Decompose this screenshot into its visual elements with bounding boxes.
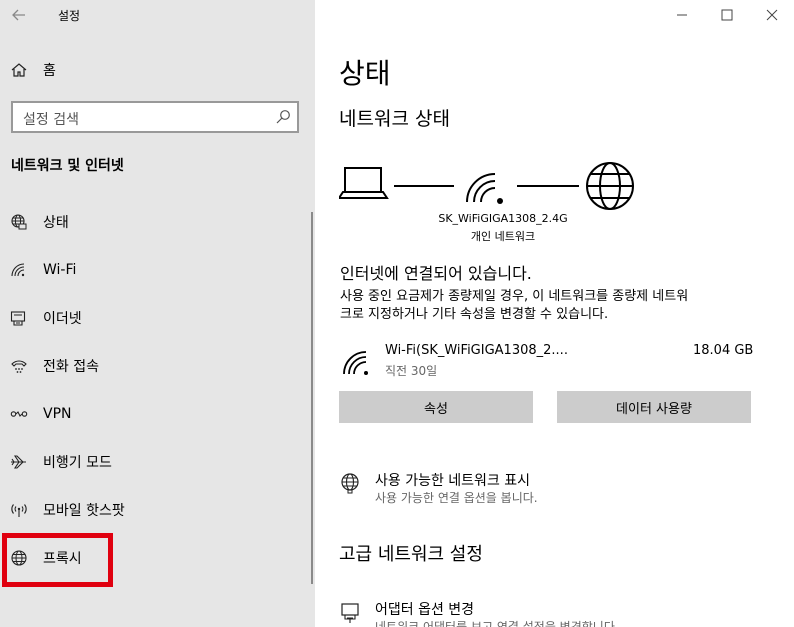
advanced-settings-heading: 고급 네트워크 설정 (339, 544, 483, 565)
proxy-highlight-box (2, 533, 113, 587)
wifi-signal-icon (466, 173, 503, 204)
app-title: 설정 (58, 9, 81, 23)
airplane-icon (10, 453, 28, 471)
maximize-icon[interactable] (717, 5, 737, 25)
sidebar-item-airplane[interactable]: 비행기 모드 (0, 442, 300, 482)
home-icon (10, 61, 28, 79)
search-placeholder: 설정 검색 (23, 112, 79, 128)
network-ssid: SK_WiFiGIGA1308_2.4G (438, 212, 568, 225)
wifi-icon (342, 348, 370, 376)
globe-status-icon (10, 213, 28, 231)
page-title: 상태 (339, 57, 391, 90)
close-icon[interactable] (762, 5, 782, 25)
search-input[interactable]: 설정 검색 (11, 101, 299, 133)
search-icon[interactable] (275, 109, 291, 125)
sidebar-item-label: Wi-Fi (43, 262, 77, 278)
wifi-usage-period: 직전 30일 (385, 364, 438, 378)
internet-globe-icon (586, 162, 634, 210)
laptop-icon (337, 167, 389, 199)
connection-description-line: 크로 지정하거나 기타 속성을 변경할 수 있습니다. (340, 307, 609, 322)
sidebar-item-label: 모바일 핫스팟 (43, 503, 125, 519)
sidebar-item-home[interactable]: 홈 (0, 50, 300, 90)
sidebar-item-wifi[interactable]: Wi-Fi (0, 250, 300, 290)
network-type: 개인 네트워크 (470, 230, 536, 243)
network-globe-icon (339, 472, 361, 494)
sidebar-item-label: 비행기 모드 (43, 455, 112, 471)
back-arrow-icon[interactable] (8, 4, 30, 26)
wifi-connection-name: Wi-Fi(SK_WiFiGIGA1308_2.... (385, 343, 568, 358)
sidebar-item-label: 홈 (43, 63, 56, 79)
network-status-heading: 네트워크 상태 (339, 108, 450, 130)
vpn-icon (10, 405, 28, 423)
minimize-icon[interactable] (672, 5, 692, 25)
network-diagram (337, 158, 639, 218)
sidebar-item-label: 상태 (43, 215, 69, 231)
connection-status: 인터넷에 연결되어 있습니다. (340, 264, 532, 283)
sidebar: 설정 홈 설정 검색 네트워크 및 인터넷 상태 Wi-Fi 이더넷 전화 접속… (0, 0, 315, 627)
sidebar-item-label: 전화 접속 (43, 359, 99, 375)
dialup-icon (10, 357, 28, 375)
sidebar-item-dialup[interactable]: 전화 접속 (0, 346, 300, 386)
connection-description: 사용 중인 요금제가 종량제일 경우, 이 네트워크를 종량제 네트워 크로 지… (340, 288, 760, 324)
wifi-icon (10, 261, 28, 279)
connection-description-line: 사용 중인 요금제가 종량제일 경우, 이 네트워크를 종량제 네트워 (340, 289, 689, 304)
show-networks-description: 사용 가능한 연결 옵션을 봅니다. (375, 491, 538, 505)
wifi-data-usage: 18.04 GB (693, 343, 754, 358)
sidebar-item-label: VPN (43, 406, 72, 422)
hotspot-icon (10, 501, 28, 519)
main-content: 상태 네트워크 상태 SK_WiFiGIGA1308_2.4G 개인 네트워크 … (315, 0, 794, 627)
sidebar-item-status[interactable]: 상태 (0, 202, 300, 242)
change-adapter-link[interactable]: 어댑터 옵션 변경 (375, 599, 474, 619)
sidebar-item-vpn[interactable]: VPN (0, 394, 300, 434)
sidebar-item-hotspot[interactable]: 모바일 핫스팟 (0, 490, 300, 530)
sidebar-scrollbar[interactable] (311, 212, 313, 584)
change-adapter-description: 네트워크 어댑터를 보고 연결 설정을 변경합니다. (375, 620, 619, 627)
sidebar-item-ethernet[interactable]: 이더넷 (0, 298, 300, 338)
show-networks-link[interactable]: 사용 가능한 네트워크 표시 (375, 470, 530, 490)
titlebar-left: 설정 (0, 0, 315, 30)
sidebar-section-title: 네트워크 및 인터넷 (11, 158, 124, 174)
sidebar-item-label: 이더넷 (43, 311, 82, 327)
ethernet-icon (10, 309, 28, 327)
data-usage-button[interactable]: 데이터 사용량 (557, 391, 751, 423)
network-adapter-icon (339, 601, 361, 623)
properties-button[interactable]: 속성 (339, 391, 533, 423)
